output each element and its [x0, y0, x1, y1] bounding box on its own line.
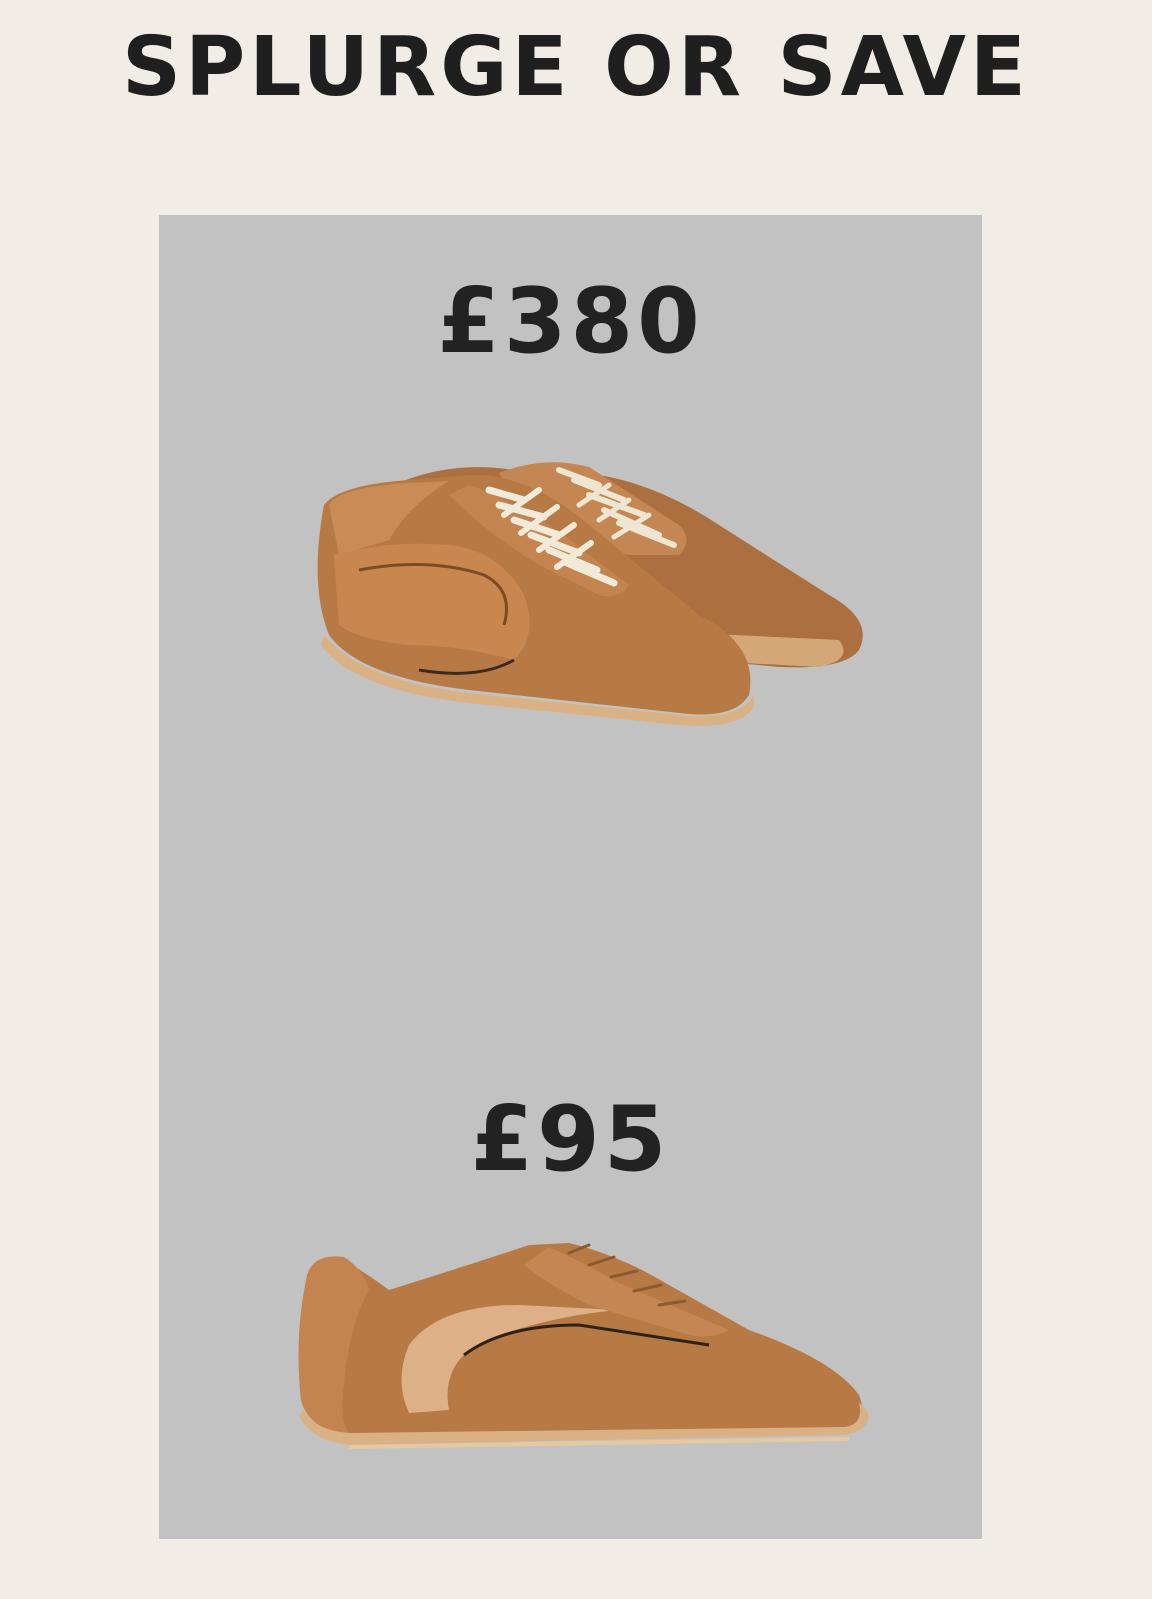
splurge-price: £380	[437, 269, 704, 374]
save-price: £95	[470, 1087, 671, 1192]
page-title: SPLURGE OR SAVE	[122, 20, 1030, 115]
comparison-panel: £380 £95	[159, 215, 982, 1539]
suede-sneaker-pair-icon	[317, 462, 863, 726]
suede-sneaker-side-icon	[298, 1243, 869, 1449]
